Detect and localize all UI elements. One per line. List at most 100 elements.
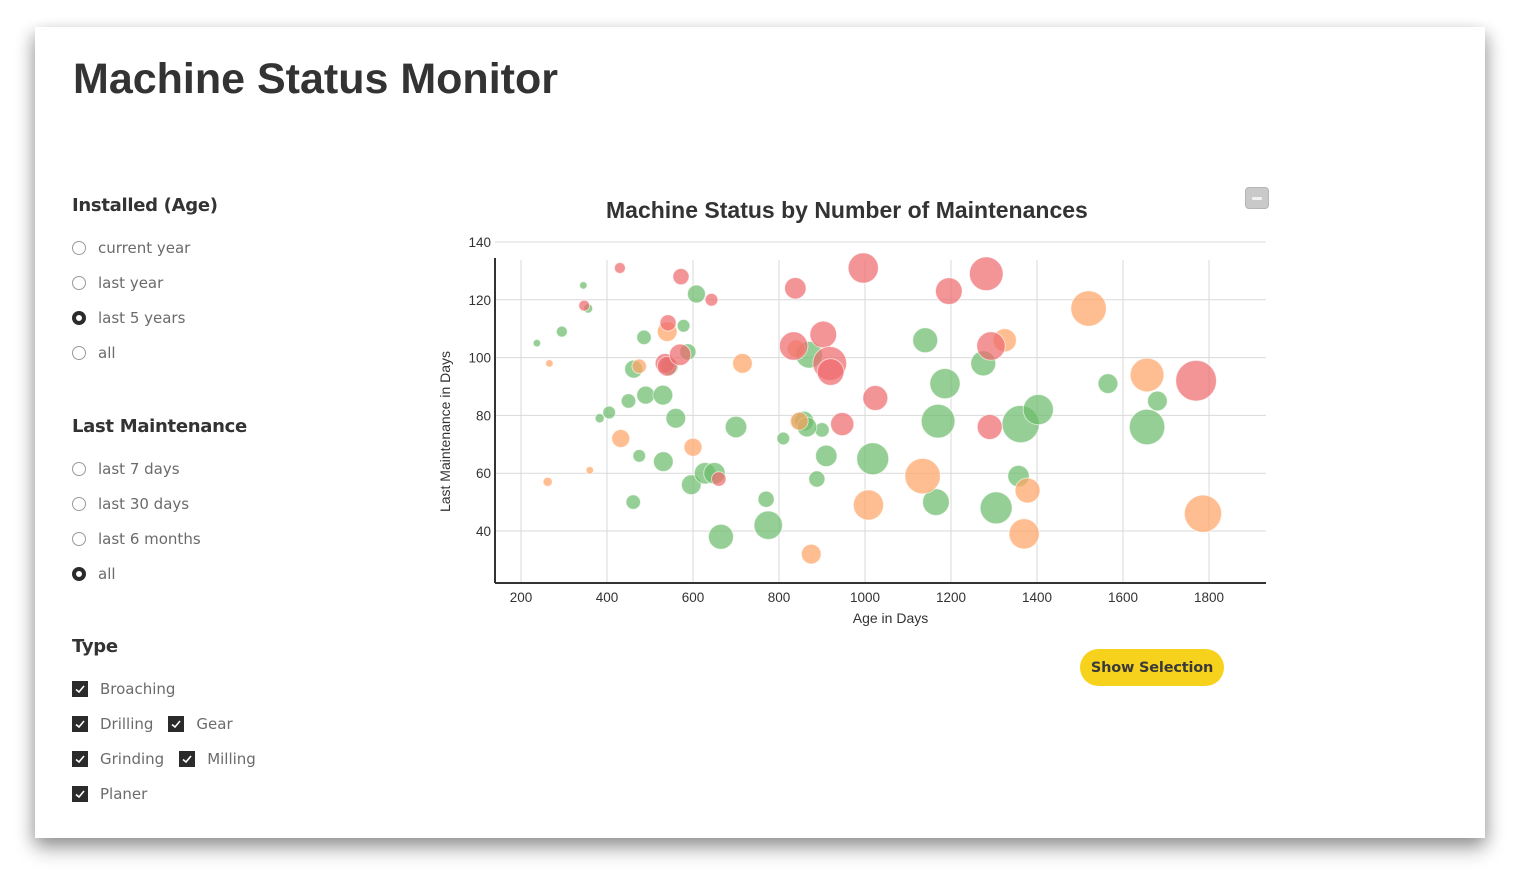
radio-button[interactable]	[72, 496, 86, 511]
bubble-ok	[808, 470, 826, 488]
bubble-critical	[862, 385, 889, 412]
radio-button[interactable]	[72, 240, 86, 255]
x-tick-label: 600	[682, 590, 705, 605]
radio-button-selected[interactable]	[72, 310, 86, 325]
checkbox-checked[interactable]	[168, 715, 185, 732]
x-tick-label: 200	[510, 590, 533, 605]
bubble-critical	[934, 277, 963, 306]
x-tick-label: 800	[768, 590, 791, 605]
y-tick-label: 120	[468, 293, 491, 308]
bubble-warning	[1014, 477, 1041, 504]
bubble-warning	[631, 358, 647, 375]
x-tick-label: 400	[596, 590, 619, 605]
radio-button[interactable]	[72, 345, 86, 360]
bubble-warning	[1129, 357, 1165, 393]
checkbox-checked[interactable]	[72, 680, 88, 697]
type-option-milling[interactable]: Milling	[179, 750, 271, 768]
maintenance-option-last-30-days[interactable]: last 30 days	[72, 486, 247, 521]
bubble-critical	[968, 256, 1004, 292]
maintenance-option-all[interactable]: all	[72, 556, 247, 591]
bubble-critical	[847, 252, 879, 284]
type-option-grinding[interactable]: Grinding	[72, 750, 179, 768]
type-option-drilling[interactable]: Drilling	[72, 715, 168, 733]
radio-button-selected[interactable]	[72, 566, 86, 581]
bubble-ok	[532, 338, 542, 348]
bubble-critical	[784, 276, 807, 300]
check-icon	[75, 789, 85, 798]
bubble-warning	[800, 543, 822, 565]
bubble-ok	[724, 415, 748, 439]
option-label: all	[98, 343, 116, 362]
option-label: Milling	[207, 749, 256, 768]
check-icon	[75, 684, 85, 693]
bubble-critical	[976, 413, 1003, 440]
x-tick-label: 1200	[936, 590, 966, 605]
installed-option-last-year[interactable]: last year	[72, 265, 218, 300]
bubble-critical	[711, 471, 727, 487]
bubble-ok	[707, 523, 734, 550]
radio-button[interactable]	[72, 461, 86, 476]
bubble-critical	[778, 331, 809, 361]
bubble-ok	[776, 431, 791, 446]
bubble-ok	[815, 444, 838, 468]
bubble-critical	[659, 314, 677, 332]
installed-option-current-year[interactable]: current year	[72, 230, 218, 265]
bubble-ok	[1097, 373, 1119, 394]
bubble-warning	[545, 359, 554, 368]
bubble-warning	[1008, 518, 1040, 550]
bubble-critical	[613, 262, 626, 275]
bubble-warning	[683, 437, 703, 457]
bubble-critical	[1175, 359, 1217, 402]
y-tick-label: 140	[468, 235, 491, 250]
check-icon	[182, 754, 192, 763]
x-tick-label: 1800	[1194, 590, 1224, 605]
bubble-ok	[929, 367, 961, 400]
option-label: Drilling	[100, 714, 154, 733]
x-axis-label: Age in Days	[853, 610, 928, 626]
bubble-critical	[578, 299, 591, 312]
bubble-ok	[602, 405, 617, 420]
installed-option-last-5-years[interactable]: last 5 years	[72, 300, 218, 335]
bubble-ok	[912, 327, 939, 354]
checkbox-checked[interactable]	[72, 785, 88, 802]
option-label: all	[98, 564, 116, 583]
radio-button[interactable]	[72, 531, 86, 546]
bubble-warning	[904, 457, 941, 495]
maintenance-option-last-6-months[interactable]: last 6 months	[72, 521, 247, 556]
maintenance-heading: Last Maintenance	[72, 416, 247, 437]
bubble-ok	[620, 393, 637, 409]
checkbox-checked[interactable]	[72, 750, 88, 767]
bubble-warning	[585, 466, 595, 475]
check-icon	[171, 719, 182, 728]
y-tick-label: 40	[476, 524, 491, 539]
bubble-ok	[757, 490, 775, 508]
bubble-warning	[732, 353, 753, 374]
bubble-ok	[920, 403, 956, 439]
option-label: Planer	[100, 784, 148, 803]
page-title: Machine Status Monitor	[73, 55, 558, 103]
option-label: Grinding	[100, 749, 165, 768]
type-filter: Type Broaching Drilling Gear Grinding Mi…	[72, 636, 271, 811]
maintenance-option-last-7-days[interactable]: last 7 days	[72, 451, 247, 486]
bubble-ok	[1022, 393, 1054, 426]
type-option-planer[interactable]: Planer	[72, 785, 162, 803]
bubble-warning	[1183, 494, 1223, 533]
bubble-warning	[1070, 290, 1107, 327]
bubble-critical	[704, 292, 719, 307]
type-option-broaching[interactable]: Broaching	[72, 680, 190, 698]
show-selection-button[interactable]: Show Selection	[1080, 649, 1224, 686]
bubble-critical	[976, 331, 1006, 361]
bubble-critical	[668, 343, 692, 366]
y-axis-label: Last Maintenance in Days	[437, 351, 453, 512]
bubble-chart: 200 400 600 800 1000 1200 1400 1600 1800 40 60 80 10…	[437, 235, 1266, 626]
checkbox-checked[interactable]	[72, 715, 88, 732]
y-tick-label: 60	[476, 466, 491, 481]
bubble-critical	[809, 320, 838, 349]
radio-button[interactable]	[72, 275, 86, 290]
bubble-ok	[686, 284, 706, 304]
bubble-ok	[856, 442, 890, 476]
type-option-gear[interactable]: Gear	[168, 715, 247, 733]
checkbox-checked[interactable]	[179, 750, 196, 767]
bubble-warning	[789, 411, 809, 431]
installed-option-all[interactable]: all	[72, 335, 218, 370]
